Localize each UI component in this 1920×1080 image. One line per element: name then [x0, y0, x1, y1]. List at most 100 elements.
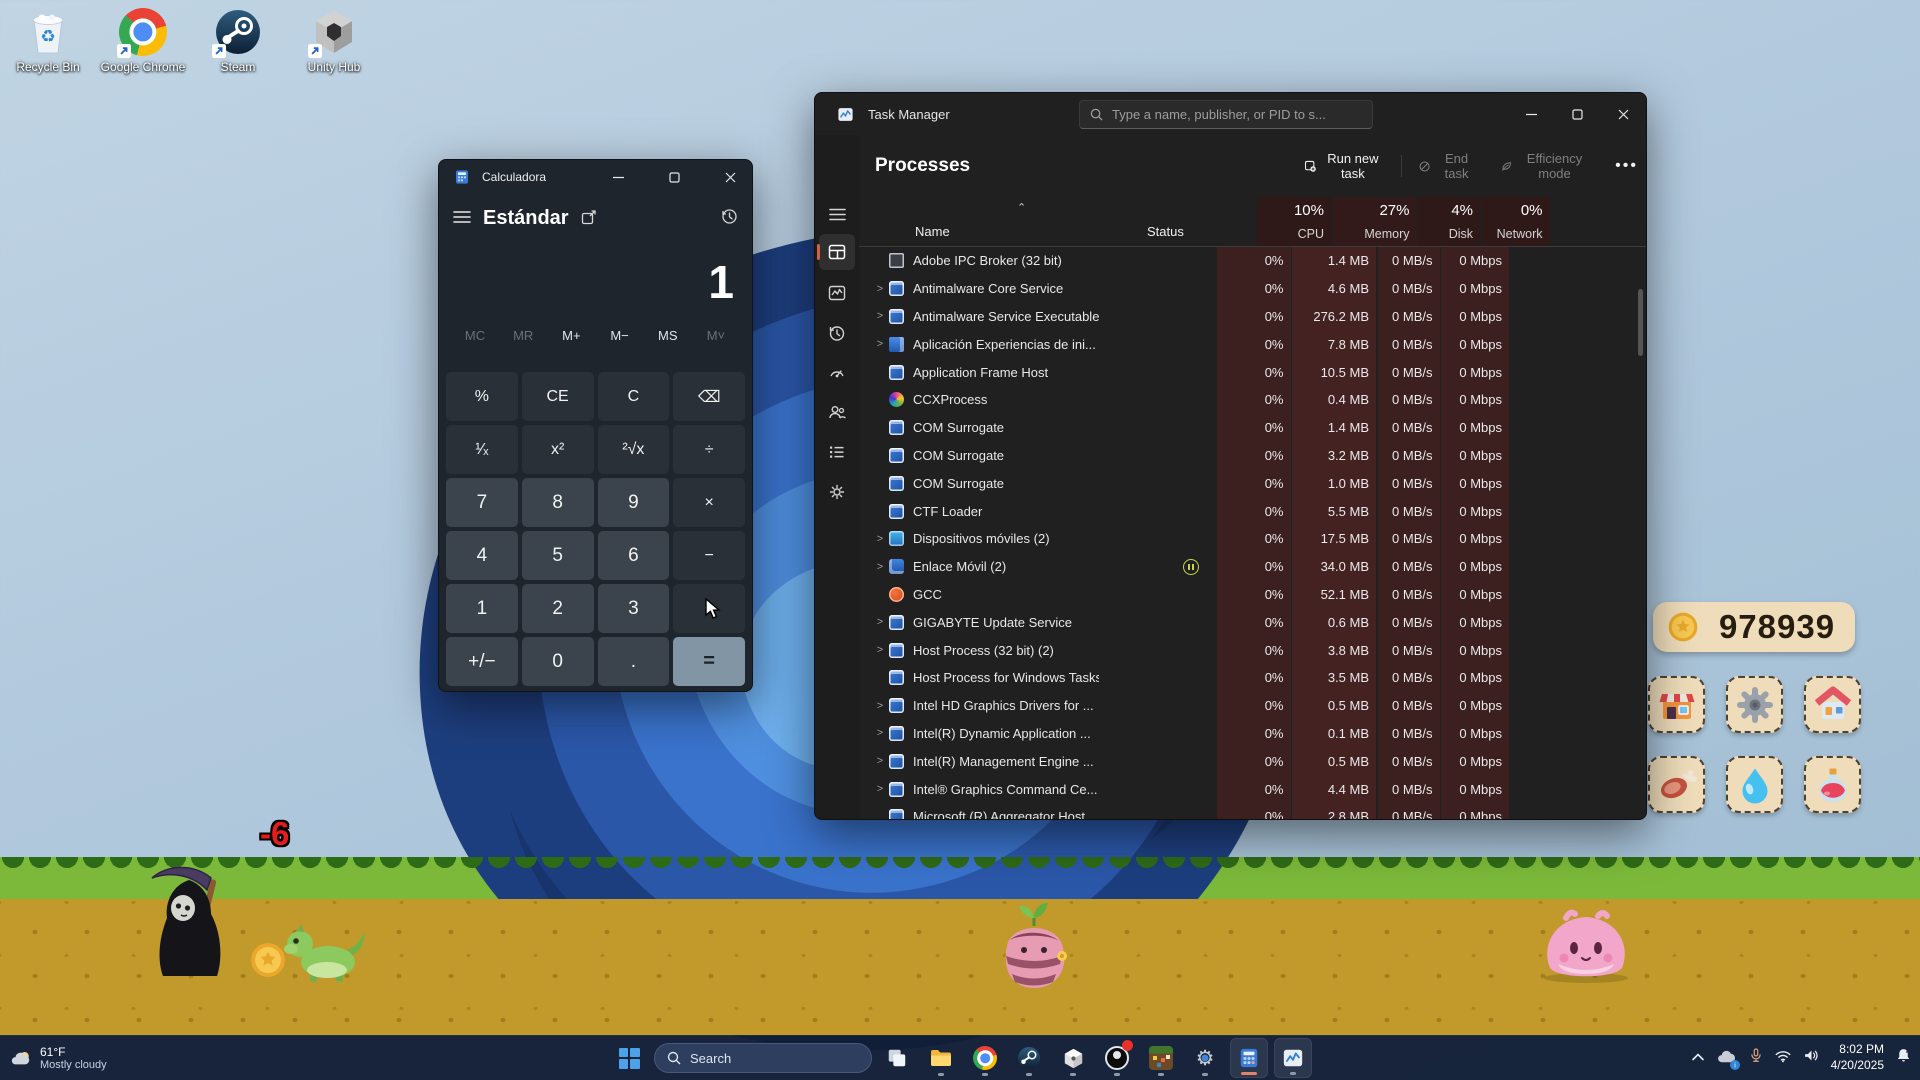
scrollbar[interactable] — [1638, 247, 1644, 820]
expand-chevron-icon[interactable]: > — [871, 283, 889, 295]
expand-chevron-icon[interactable]: > — [871, 755, 889, 767]
process-row[interactable]: COM Surrogate0%1.4 MB0 MB/s0 Mbps — [859, 414, 1646, 442]
maximize-button[interactable] — [1554, 93, 1600, 135]
process-row[interactable]: Application Frame Host0%10.5 MB0 MB/s0 M… — [859, 358, 1646, 386]
file-explorer-button[interactable] — [922, 1038, 960, 1078]
water-button[interactable] — [1726, 756, 1783, 813]
task-manager-search-input[interactable]: Type a name, publisher, or PID to s... — [1079, 100, 1373, 129]
settings-button[interactable]: ⚙ — [1186, 1038, 1224, 1078]
process-row[interactable]: >Intel® Graphics Command Ce...0%4.4 MB0 … — [859, 775, 1646, 803]
calc-key-4[interactable]: 4 — [446, 531, 518, 580]
process-row[interactable]: >Antimalware Service Executable0%276.2 M… — [859, 303, 1646, 331]
calc-key-²√x[interactable]: ²√x — [598, 425, 670, 474]
process-row[interactable]: >Intel(R) Management Engine ...0%0.5 MB0… — [859, 747, 1646, 775]
end-task-button[interactable]: End task — [1411, 145, 1483, 187]
settings-button[interactable] — [1726, 676, 1783, 733]
memory-button-M+[interactable]: M+ — [551, 328, 591, 343]
notification-bell-icon[interactable]: z — [1895, 1047, 1912, 1069]
lizard-pet[interactable] — [280, 914, 370, 984]
desktop-icon-unity-hub[interactable]: Unity Hub — [291, 8, 377, 74]
sidebar-item-processes[interactable] — [819, 234, 855, 270]
sidebar-item-startup-apps[interactable] — [819, 354, 855, 390]
expand-chevron-icon[interactable]: > — [871, 533, 889, 545]
process-row[interactable]: CTF Loader0%5.5 MB0 MB/s0 Mbps — [859, 497, 1646, 525]
meat-button[interactable] — [1648, 756, 1705, 813]
task-manager-titlebar[interactable]: Task Manager Type a name, publisher, or … — [815, 93, 1646, 135]
memory-button-M−[interactable]: M− — [600, 328, 640, 343]
calc-key-÷[interactable]: ÷ — [673, 425, 745, 474]
efficiency-mode-button[interactable]: Efficiency mode — [1493, 145, 1597, 187]
calc-key-¹⁄ₓ[interactable]: ¹⁄ₓ — [446, 425, 518, 474]
calc-key-×[interactable]: × — [673, 478, 745, 527]
column-disk[interactable]: 4%Disk — [1418, 197, 1480, 246]
expand-chevron-icon[interactable]: > — [871, 783, 889, 795]
chrome-button[interactable] — [966, 1038, 1004, 1078]
calc-key-+/−[interactable]: +/− — [446, 637, 518, 686]
calc-key-6[interactable]: 6 — [598, 531, 670, 580]
calc-key-5[interactable]: 5 — [522, 531, 594, 580]
sidebar-item-app-history[interactable] — [819, 315, 855, 351]
calc-key-=[interactable]: = — [673, 637, 745, 686]
scrollbar-thumb[interactable] — [1638, 289, 1643, 356]
process-row[interactable]: >Host Process (32 bit) (2)0%3.8 MB0 MB/s… — [859, 636, 1646, 664]
process-row[interactable]: Microsoft (R) Aggregator Host0%2.8 MB0 M… — [859, 803, 1646, 820]
minimize-button[interactable] — [596, 160, 640, 194]
sidebar-item-users[interactable] — [819, 394, 855, 430]
sidebar-item-services[interactable] — [819, 474, 855, 510]
process-row[interactable]: >Intel HD Graphics Drivers for ...0%0.5 … — [859, 692, 1646, 720]
calc-key-−[interactable]: − — [673, 531, 745, 580]
task-manager-taskbar-button[interactable] — [1274, 1038, 1312, 1078]
calc-key-9[interactable]: 9 — [598, 478, 670, 527]
gamemaker-button[interactable] — [1054, 1038, 1092, 1078]
calc-key-CE[interactable]: CE — [522, 372, 594, 421]
calculator-taskbar-button[interactable] — [1230, 1038, 1268, 1078]
calc-key-0[interactable]: 0 — [522, 637, 594, 686]
volume-icon[interactable] — [1803, 1048, 1820, 1068]
column-cpu[interactable]: 10%CPU — [1257, 197, 1331, 246]
memory-button-MR[interactable]: MR — [503, 328, 543, 343]
process-table-header[interactable]: ⌃ Name Status 10%CPU 27%Memory 4%Disk 0%… — [859, 197, 1646, 247]
obs-button[interactable] — [1098, 1038, 1136, 1078]
onedrive-icon[interactable]: i — [1716, 1048, 1738, 1069]
wifi-icon[interactable] — [1774, 1049, 1792, 1068]
process-row[interactable]: >Dispositivos móviles (2)0%17.5 MB0 MB/s… — [859, 525, 1646, 553]
process-row[interactable]: Adobe IPC Broker (32 bit)0%1.4 MB0 MB/s0… — [859, 247, 1646, 275]
calc-key-x²[interactable]: x² — [522, 425, 594, 474]
calc-key-2[interactable]: 2 — [522, 584, 594, 633]
start-button[interactable] — [610, 1038, 648, 1078]
expand-chevron-icon[interactable]: > — [871, 700, 889, 712]
plant-pet[interactable] — [986, 900, 1081, 992]
process-row[interactable]: COM Surrogate0%3.2 MB0 MB/s0 Mbps — [859, 442, 1646, 470]
keep-on-top-icon[interactable] — [581, 209, 597, 228]
calc-key-7[interactable]: 7 — [446, 478, 518, 527]
potion-button[interactable] — [1804, 756, 1861, 813]
calc-key-.[interactable]: . — [598, 637, 670, 686]
process-row[interactable]: >GIGABYTE Update Service0%0.6 MB0 MB/s0 … — [859, 608, 1646, 636]
calc-key-8[interactable]: 8 — [522, 478, 594, 527]
history-icon[interactable] — [721, 208, 738, 228]
desktop-icon-recycle-bin[interactable]: ♻ Recycle Bin — [5, 8, 91, 74]
expand-chevron-icon[interactable]: > — [871, 310, 889, 322]
expand-chevron-icon[interactable]: > — [871, 616, 889, 628]
steam-button[interactable] — [1010, 1038, 1048, 1078]
memory-button-M˅[interactable]: M˅ — [696, 328, 736, 343]
expand-chevron-icon[interactable]: > — [871, 338, 889, 350]
taskbar-search-input[interactable]: Search — [654, 1043, 872, 1073]
process-row[interactable]: >Antimalware Core Service0%4.6 MB0 MB/s0… — [859, 275, 1646, 303]
weather-widget[interactable]: 61°F Mostly cloudy — [10, 1045, 107, 1071]
maximize-button[interactable] — [652, 160, 696, 194]
run-new-task-button[interactable]: Run new task — [1296, 145, 1391, 187]
slime-pet[interactable] — [1536, 906, 1636, 984]
memory-button-MC[interactable]: MC — [455, 328, 495, 343]
calc-key-1[interactable]: 1 — [446, 584, 518, 633]
sidebar-item-details[interactable] — [819, 434, 855, 470]
shop-button[interactable] — [1648, 676, 1705, 733]
close-button[interactable] — [708, 160, 752, 194]
calc-key-3[interactable]: 3 — [598, 584, 670, 633]
task-view-button[interactable] — [878, 1038, 916, 1078]
process-row[interactable]: >Enlace Móvil (2)0%34.0 MB0 MB/s0 Mbps — [859, 553, 1646, 581]
hidden-icons-chevron[interactable] — [1691, 1049, 1705, 1067]
process-row[interactable]: Host Process for Windows Tasks0%3.5 MB0 … — [859, 664, 1646, 692]
process-row[interactable]: >Aplicación Experiencias de ini...0%7.8 … — [859, 330, 1646, 358]
calc-key-⌫[interactable]: ⌫ — [673, 372, 745, 421]
